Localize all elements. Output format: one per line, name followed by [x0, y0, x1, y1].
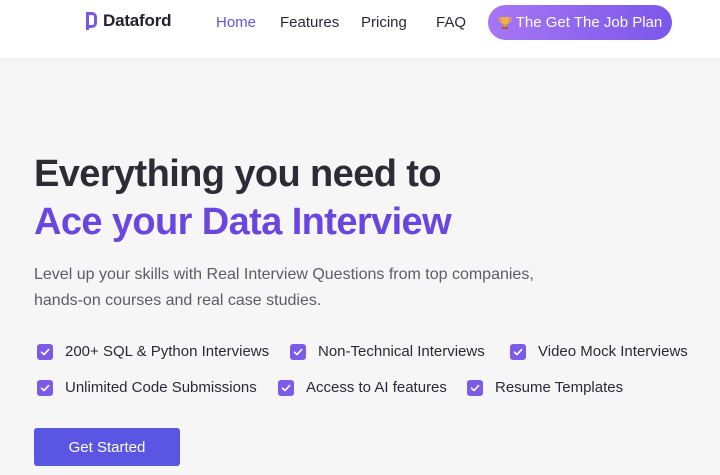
- hero-title: Everything you need to Ace your Data Int…: [34, 150, 452, 246]
- feature-label: 200+ SQL & Python Interviews: [65, 343, 270, 360]
- checkbox-check-icon: [37, 343, 53, 360]
- hero-subtitle-line1: Level up your skills with Real Interview…: [34, 266, 534, 283]
- hero-subtitle: Level up your skills with Real Interview…: [34, 262, 654, 314]
- nav-pricing-link[interactable]: Pricing: [361, 14, 407, 31]
- feature-item: 200+ SQL & Python Interviews: [37, 343, 269, 360]
- feature-item: Unlimited Code Submissions: [37, 379, 257, 396]
- get-the-job-plan-button[interactable]: The Get The Job Plan: [488, 5, 672, 40]
- feature-item: Resume Templates: [467, 379, 623, 396]
- checkbox-check-icon: [37, 379, 53, 396]
- dataford-logo-icon: [86, 12, 97, 30]
- nav-home-link[interactable]: Home: [216, 14, 256, 31]
- checkbox-check-icon: [467, 379, 483, 396]
- logo-text: Dataford: [103, 11, 172, 30]
- checkbox-check-icon: [290, 343, 306, 360]
- checkbox-check-icon: [278, 379, 294, 396]
- hero-title-line2: Ace your Data Interview: [34, 201, 452, 243]
- feature-label: Non-Technical Interviews: [318, 343, 485, 360]
- hero-title-line1: Everything you need to: [34, 153, 442, 195]
- feature-label: Video Mock Interviews: [538, 343, 688, 360]
- checkbox-check-icon: [510, 343, 526, 360]
- get-the-job-plan-label: The Get The Job Plan: [515, 14, 663, 31]
- feature-label: Resume Templates: [495, 379, 624, 396]
- trophy-icon: [498, 16, 512, 29]
- navbar: Dataford Home Features Pricing FAQ The G…: [0, 0, 720, 58]
- feature-label: Access to AI features: [306, 379, 447, 396]
- feature-item: Non-Technical Interviews: [290, 343, 485, 360]
- get-started-button[interactable]: Get Started: [34, 428, 180, 466]
- feature-item: Video Mock Interviews: [510, 343, 688, 360]
- logo[interactable]: Dataford: [84, 10, 171, 32]
- feature-item: Access to AI features: [278, 379, 447, 396]
- hero-subtitle-line2: hands-on courses and real case studies.: [34, 292, 322, 309]
- feature-label: Unlimited Code Submissions: [65, 379, 257, 396]
- nav-faq-link[interactable]: FAQ: [436, 14, 466, 31]
- nav-features-link[interactable]: Features: [280, 14, 339, 31]
